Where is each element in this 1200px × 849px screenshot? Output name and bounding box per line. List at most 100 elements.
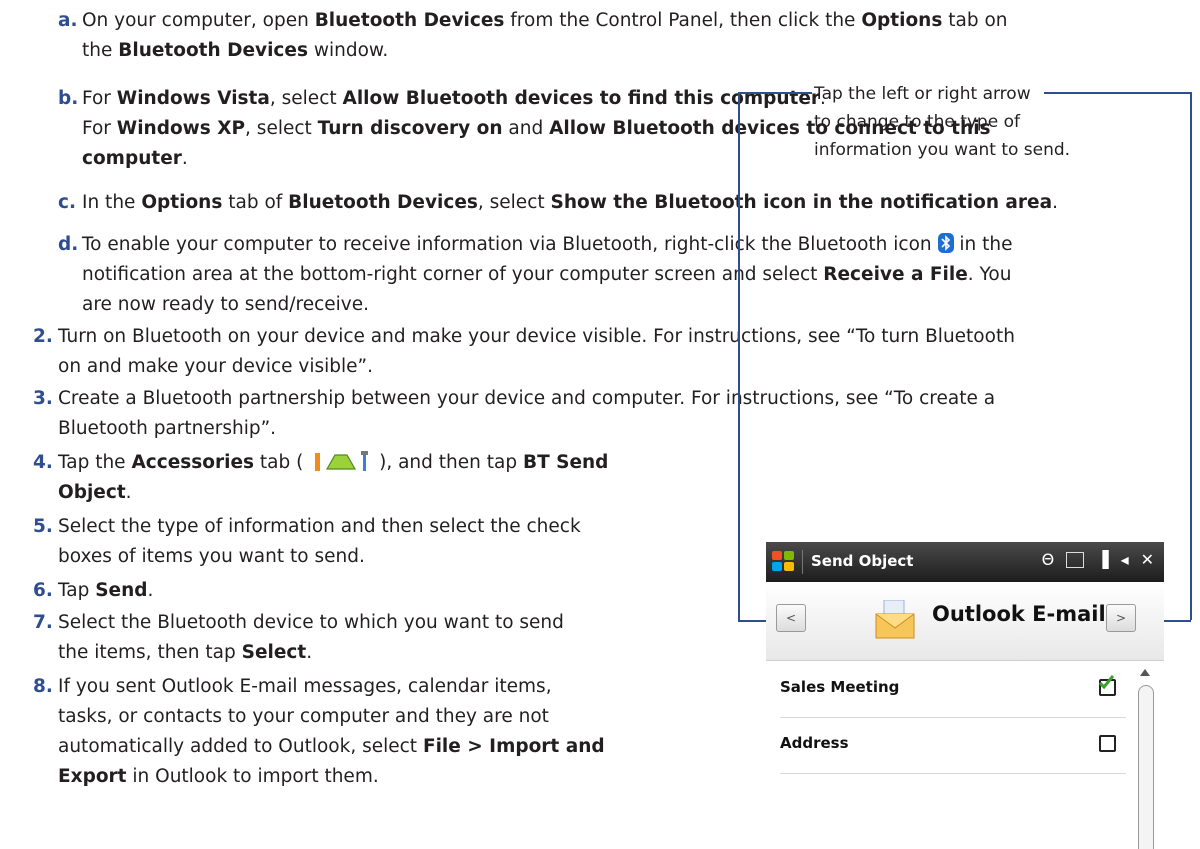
- bold-term: Bluetooth Devices: [314, 10, 505, 31]
- bluetooth-status-icon: Θ: [1041, 550, 1055, 569]
- step-text: Select the Bluetooth device to which you…: [58, 612, 564, 633]
- bold-term: Object: [58, 482, 126, 503]
- item-list: Sales Meeting Address: [766, 661, 1164, 849]
- item-label: Address: [780, 734, 849, 752]
- step-text: from the Control Panel, then click the: [504, 10, 862, 31]
- check-icon: [1098, 675, 1114, 690]
- step-text: boxes of items you want to send.: [58, 546, 365, 567]
- step-text: notification area at the bottom-right co…: [82, 264, 824, 285]
- bold-term: Options: [861, 10, 943, 31]
- step-text: in Outlook to import them.: [126, 766, 379, 787]
- scrollbar[interactable]: [1134, 665, 1156, 849]
- list-item[interactable]: Address: [780, 717, 1126, 774]
- callout-line-1: Tap the left or right arrow: [814, 84, 1031, 104]
- step-text: in the: [959, 234, 1013, 255]
- window-title: Send Object: [811, 552, 914, 570]
- step-text: the items, then tap: [58, 642, 242, 663]
- item-label: Sales Meeting: [780, 678, 900, 696]
- step-text: To enable your computer to receive infor…: [82, 234, 932, 255]
- step-text: the: [82, 40, 119, 61]
- bold-term: Windows XP: [116, 118, 246, 139]
- bold-term: Select: [241, 642, 307, 663]
- step-text: .: [1052, 192, 1058, 213]
- signal-icon: ▐: [1096, 550, 1109, 569]
- bold-term: Export: [58, 766, 127, 787]
- step-text: .: [306, 642, 313, 663]
- step-text: Tap the: [58, 452, 132, 473]
- step-number: 2.: [33, 326, 53, 347]
- step-text: window.: [307, 40, 389, 61]
- step-text: Create a Bluetooth partnership between y…: [58, 388, 996, 409]
- bold-term: BT Send: [522, 452, 609, 473]
- item-checkbox[interactable]: [1099, 735, 1116, 752]
- step-text: Bluetooth partnership”.: [58, 418, 277, 439]
- scroll-up-icon[interactable]: [1134, 665, 1156, 679]
- type-title: Outlook E-mail: [932, 602, 1106, 626]
- step-text: , select: [269, 88, 343, 109]
- bold-term: Turn discovery on: [317, 118, 503, 139]
- step-text: For: [82, 88, 117, 109]
- step-text: .: [125, 482, 132, 503]
- bold-term: File > Import and: [422, 736, 605, 757]
- title-bar: Send Object Θ ▐ ◂ ✕: [766, 542, 1164, 582]
- step-text: On your computer, open: [82, 10, 315, 31]
- previous-type-button[interactable]: <: [776, 604, 806, 632]
- envelope-icon: [875, 600, 915, 639]
- step-text: For: [82, 118, 117, 139]
- step-number: 3.: [33, 388, 53, 409]
- callout-leader-left-top: [738, 92, 812, 94]
- step-number: b.: [58, 88, 79, 109]
- accessories-tab-icon: [315, 451, 369, 471]
- step-number: 5.: [33, 516, 53, 537]
- list-item[interactable]: Sales Meeting: [780, 661, 1126, 718]
- bold-term: Bluetooth Devices: [118, 40, 308, 61]
- step-number: a.: [58, 10, 78, 31]
- step-number: 8.: [33, 676, 53, 697]
- bold-term: Receive a File: [823, 264, 968, 285]
- step-text: ), and then tap: [379, 452, 523, 473]
- step-text: tab on: [942, 10, 1008, 31]
- type-selector: < Outlook E-mail >: [766, 582, 1164, 661]
- step-text: tab (: [254, 452, 304, 473]
- bold-term: Bluetooth Devices: [288, 192, 478, 213]
- step-number: 4.: [33, 452, 53, 473]
- step-text: tab of: [222, 192, 289, 213]
- step-text: , select: [245, 118, 318, 139]
- step-text: In the: [82, 192, 142, 213]
- step-number: 7.: [33, 612, 53, 633]
- step-text: . You: [967, 264, 1012, 285]
- close-icon[interactable]: ✕: [1141, 550, 1154, 569]
- bold-term: Windows Vista: [116, 88, 270, 109]
- bold-term: Accessories: [131, 452, 255, 473]
- step-text: Turn on Bluetooth on your device and mak…: [58, 326, 1015, 347]
- scrollbar-thumb[interactable]: [1138, 685, 1154, 849]
- step-text: and: [502, 118, 550, 139]
- step-number: c.: [58, 192, 76, 213]
- callout-line-3: information you want to send.: [814, 140, 1071, 160]
- volume-icon[interactable]: ◂: [1121, 550, 1129, 569]
- step-text: .: [181, 148, 188, 169]
- step-text: on and make your device visible”.: [58, 356, 374, 377]
- step-text: are now ready to send/receive.: [82, 294, 370, 315]
- title-separator: [802, 550, 803, 574]
- callout-leader-left-vertical: [738, 92, 740, 620]
- callout-line-2: to change to the type of: [814, 112, 1020, 132]
- step-number: d.: [58, 234, 79, 255]
- bold-term: Options: [141, 192, 223, 213]
- step-text: Select the type of information and then …: [58, 516, 581, 537]
- callout-leader-right-bottom: [1162, 620, 1191, 622]
- step-text: automatically added to Outlook, select: [58, 736, 423, 757]
- windows-start-icon[interactable]: [772, 551, 796, 573]
- connectivity-icon: [1066, 551, 1085, 568]
- step-text: .: [147, 580, 154, 601]
- bold-term: Send: [95, 580, 148, 601]
- step-number: 6.: [33, 580, 53, 601]
- status-icons: Θ ▐ ◂ ✕: [1042, 550, 1154, 569]
- item-checkbox[interactable]: [1098, 675, 1116, 696]
- next-type-button[interactable]: >: [1106, 604, 1136, 632]
- step-text: If you sent Outlook E-mail messages, cal…: [58, 676, 552, 697]
- bold-term: computer: [82, 148, 182, 169]
- bold-term: Show the Bluetooth icon in the notificat…: [550, 192, 1053, 213]
- send-object-screen: Send Object Θ ▐ ◂ ✕ < Outlook E-mail > S…: [766, 542, 1164, 849]
- step-text: tasks, or contacts to your computer and …: [58, 706, 549, 727]
